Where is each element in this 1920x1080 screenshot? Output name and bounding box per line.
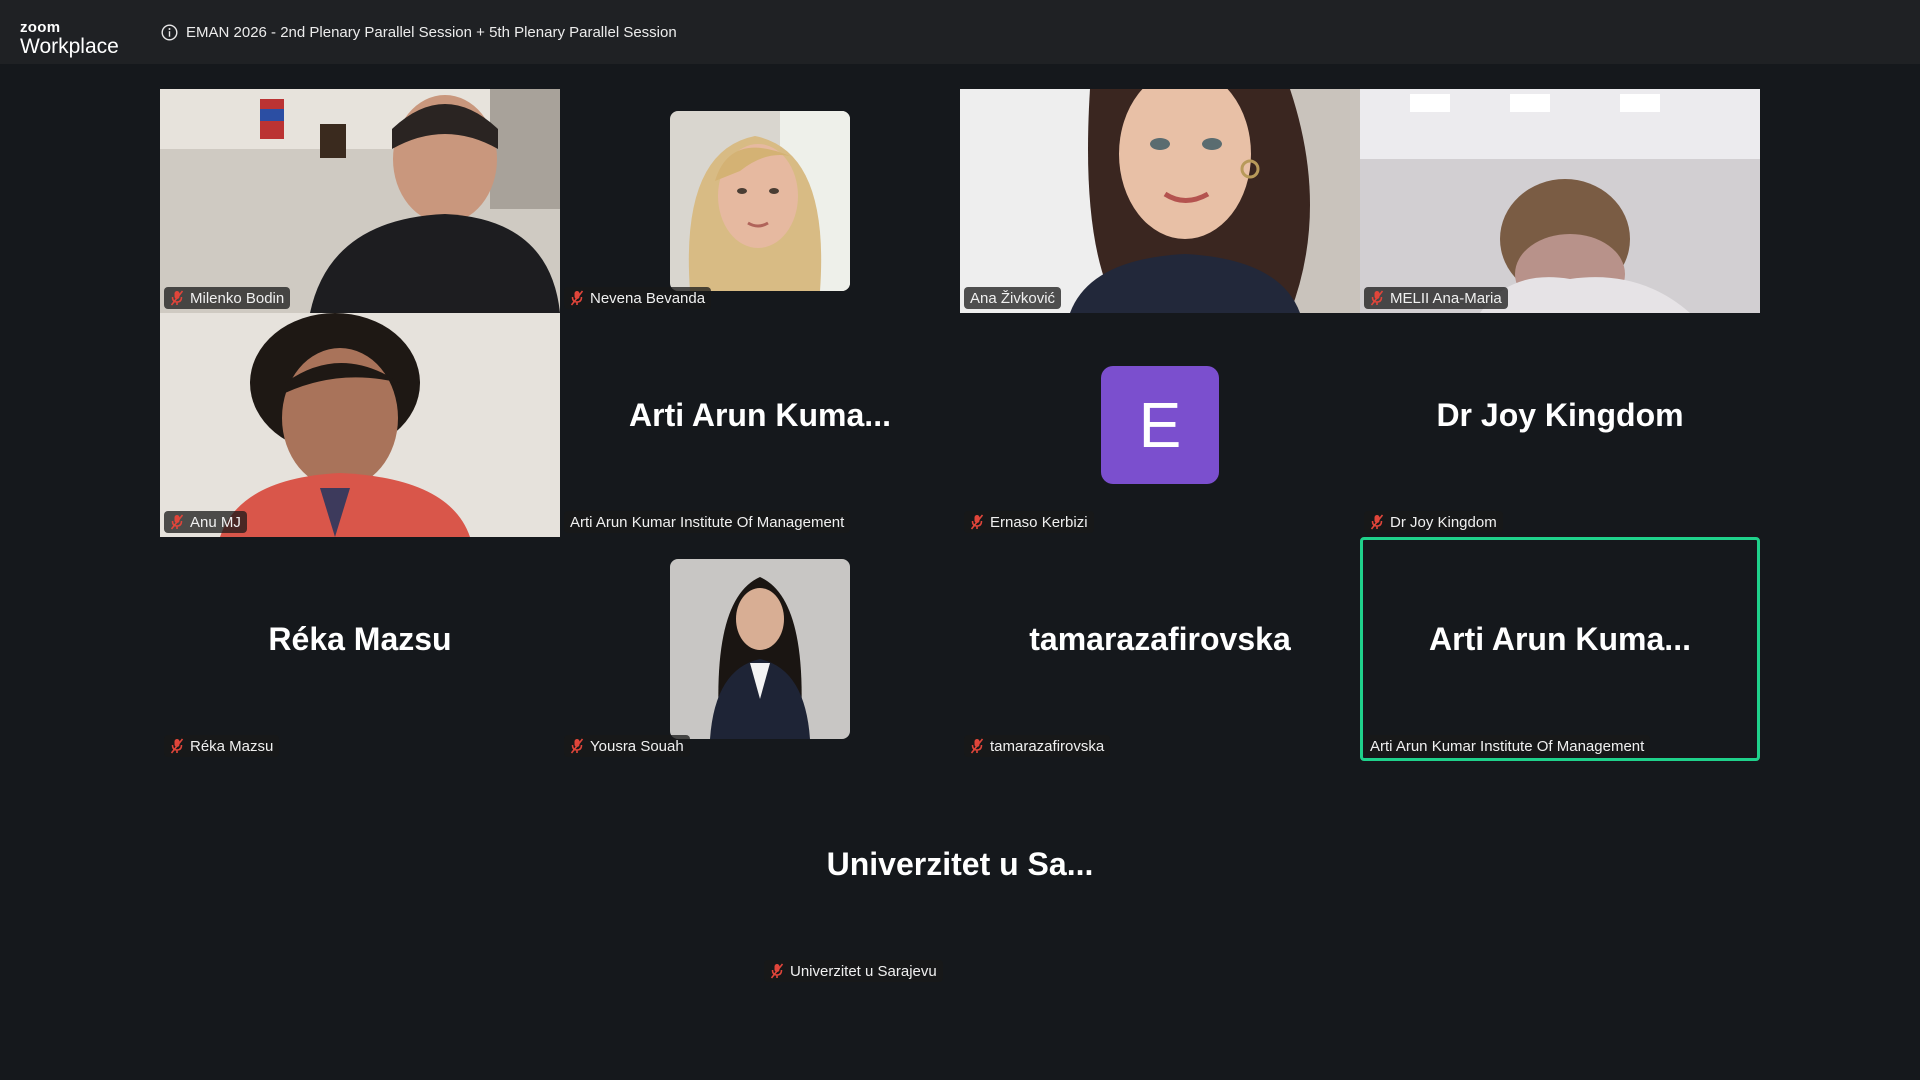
participant-tile[interactable]: Nevena Bevanda (560, 89, 960, 313)
active-speaker-tile[interactable]: Arti Arun Kuma... Arti Arun Kumar Instit… (1360, 537, 1760, 761)
participant-name: Milenko Bodin (190, 289, 285, 307)
mic-muted-icon (570, 290, 584, 306)
mic-muted-icon (170, 738, 184, 754)
participant-video (960, 89, 1360, 313)
participant-name-label: Dr Joy Kingdom (1364, 511, 1503, 533)
participant-display-name: Arti Arun Kuma... (1429, 621, 1691, 657)
mic-muted-icon (170, 514, 184, 530)
participant-tile[interactable]: Anu MJ (160, 313, 560, 537)
logo-small-text: zoom (20, 19, 61, 36)
participant-video (1360, 89, 1760, 313)
zoom-workplace-logo: zoom Workplace (20, 20, 119, 57)
participant-tile[interactable]: Yousra Souah (560, 537, 960, 761)
participant-name-label: Yousra Souah (564, 735, 690, 757)
participant-name: Arti Arun Kumar Institute Of Management (570, 513, 845, 531)
participant-display-name: Dr Joy Kingdom (1436, 397, 1684, 433)
participant-display-name: Arti Arun Kuma... (629, 397, 891, 433)
participant-tile[interactable]: Dr Joy Kingdom Dr Joy Kingdom (1360, 313, 1760, 537)
participant-display-name: Univerzitet u Sa... (826, 846, 1094, 882)
participant-name-label: Anu MJ (164, 511, 247, 533)
meeting-title: EMAN 2026 - 2nd Plenary Parallel Session… (186, 24, 677, 41)
mic-muted-icon (570, 738, 584, 754)
top-bar: zoom Workplace EMAN 2026 - 2nd Plenary P… (0, 0, 1920, 64)
participant-name-label: Ana Živković (964, 287, 1062, 309)
participant-name-label: Arti Arun Kumar Institute Of Management (1364, 735, 1651, 757)
participant-name: Yousra Souah (590, 737, 684, 755)
participant-name-label: Univerzitet u Sarajevu (764, 960, 943, 982)
mic-muted-icon (1370, 514, 1384, 530)
mic-muted-icon (770, 963, 784, 979)
participant-name-label: tamarazafirovska (964, 735, 1111, 757)
participant-name-label: Nevena Bevanda (564, 287, 712, 309)
profile-picture (670, 559, 850, 739)
participant-tile[interactable]: Arti Arun Kuma... Arti Arun Kumar Instit… (560, 313, 960, 537)
participant-name: Univerzitet u Sarajevu (790, 962, 937, 980)
participant-video (160, 313, 560, 537)
mic-muted-icon (170, 290, 184, 306)
participant-tile[interactable]: E Ernaso Kerbizi (960, 313, 1360, 537)
participant-tile[interactable]: tamarazafirovska tamarazafirovska (960, 537, 1360, 761)
participant-name: tamarazafirovska (990, 737, 1105, 755)
participant-name: Arti Arun Kumar Institute Of Management (1370, 737, 1645, 755)
profile-picture (670, 111, 850, 291)
logo-big-text: Workplace (20, 35, 119, 58)
participant-name: Ana Živković (970, 289, 1056, 307)
participant-video (160, 89, 560, 313)
participant-tile[interactable]: Réka Mazsu Réka Mazsu (160, 537, 560, 761)
participant-tile[interactable]: Ana Živković (960, 89, 1360, 313)
participant-name-label: Arti Arun Kumar Institute Of Management (564, 511, 851, 533)
mic-muted-icon (970, 514, 984, 530)
participant-name: Réka Mazsu (190, 737, 274, 755)
participant-name-label: Milenko Bodin (164, 287, 291, 309)
participant-name: MELII Ana-Maria (1390, 289, 1502, 307)
participant-tile[interactable]: MELII Ana-Maria (1360, 89, 1760, 313)
participant-display-name: tamarazafirovska (1029, 621, 1291, 657)
mic-muted-icon (1370, 290, 1384, 306)
participant-name: Nevena Bevanda (590, 289, 706, 307)
avatar: E (1101, 366, 1219, 484)
participant-name-label: Ernaso Kerbizi (964, 511, 1094, 533)
participant-name-label: Réka Mazsu (164, 735, 280, 757)
info-circle-icon[interactable] (161, 24, 178, 41)
participant-name: Ernaso Kerbizi (990, 513, 1088, 531)
mic-muted-icon (970, 738, 984, 754)
participant-tile[interactable]: Milenko Bodin (160, 89, 560, 313)
participant-display-name: Réka Mazsu (268, 621, 452, 657)
participant-name: Dr Joy Kingdom (1390, 513, 1497, 531)
participant-name: Anu MJ (190, 513, 241, 531)
participant-tile[interactable]: Univerzitet u Sa... Univerzitet u Saraje… (760, 762, 1160, 986)
participant-name-label: MELII Ana-Maria (1364, 287, 1508, 309)
